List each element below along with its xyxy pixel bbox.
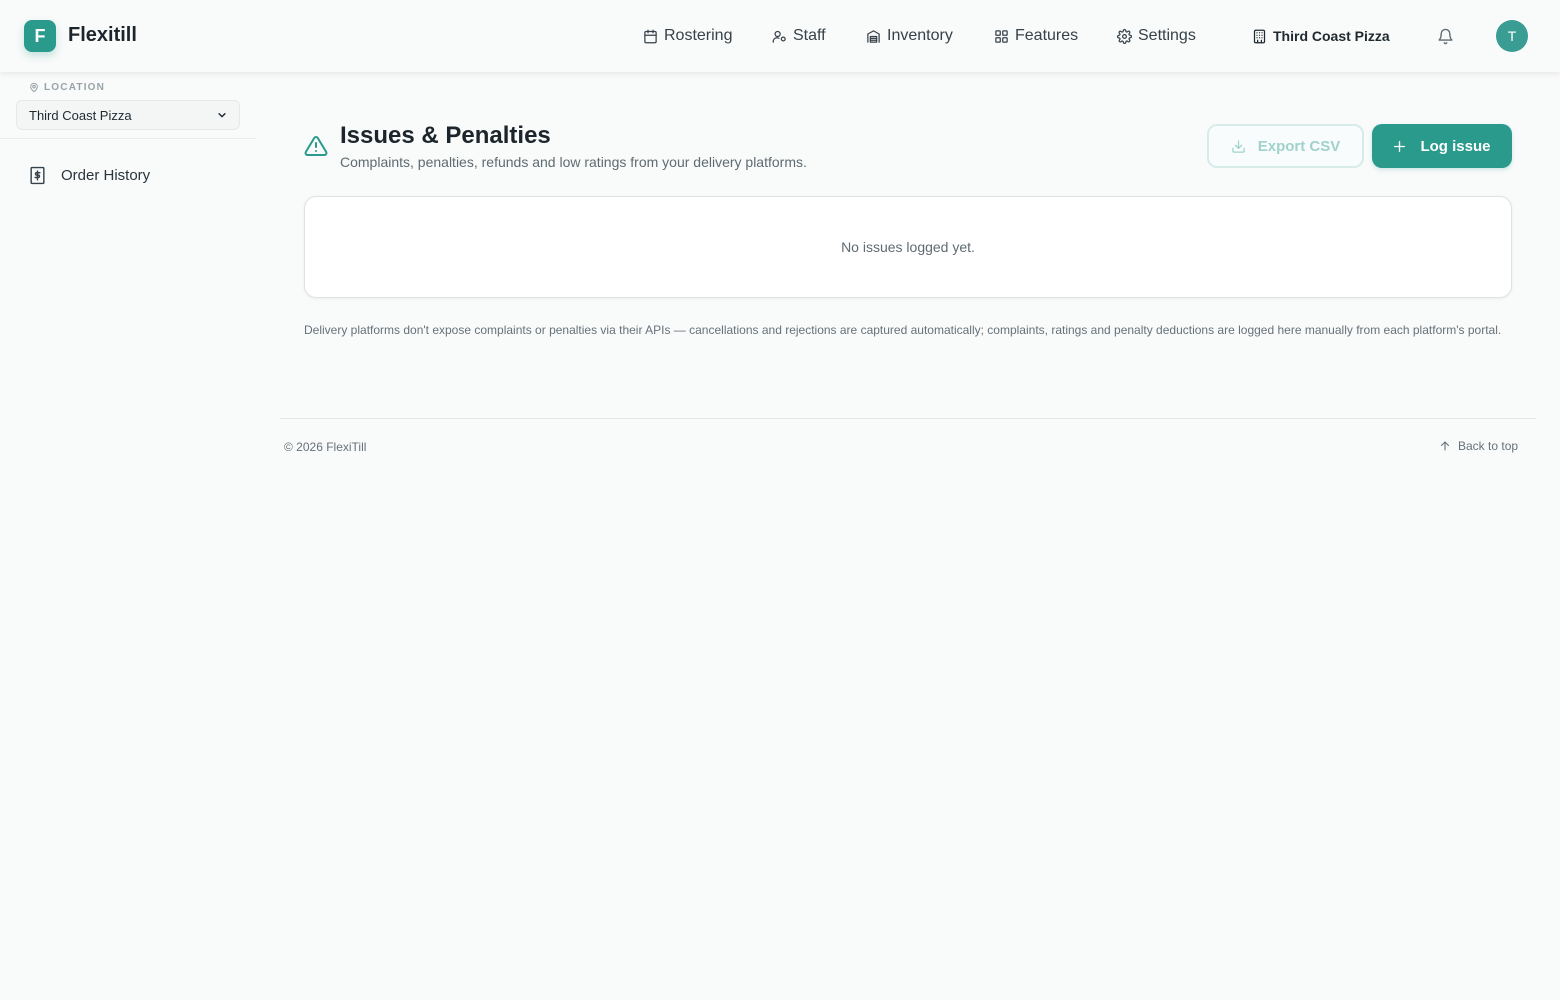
nav-item-staff[interactable]: Staff [772,0,826,72]
receipt-dollar-icon [30,166,45,185]
back-to-top-link[interactable]: Back to top [1439,439,1518,453]
nav-item-settings[interactable]: Settings [1117,0,1196,72]
map-pin-icon [30,82,38,93]
location-select[interactable]: Third Coast Pizza [16,100,240,130]
warehouse-icon [867,29,880,43]
page-title: Issues & Penalties [340,122,551,149]
issues-empty-state: No issues logged yet. [304,196,1512,298]
top-navigation-bar: F Flexitill Rostering Staff Inventory Fe… [0,0,1560,72]
nav-item-label: Settings [1138,27,1196,44]
nav-item-label: Inventory [887,27,953,44]
export-csv-button[interactable]: Export CSV [1207,124,1364,168]
download-icon [1231,139,1245,153]
location-switcher-label: Third Coast Pizza [1273,28,1390,44]
footer-copyright: © 2026 FlexiTill [284,440,367,454]
brand-logo[interactable]: F [24,20,56,52]
sidebar-item-label: Order History [61,167,151,184]
log-issue-button[interactable]: Log issue [1372,124,1512,168]
nav-item-label: Staff [793,27,826,44]
nav-item-inventory[interactable]: Inventory [866,0,953,72]
empty-state-text: No issues logged yet. [841,239,975,255]
nav-item-label: Rostering [664,27,733,44]
sidebar: LOCATION Third Coast Pizza Order History [0,72,256,1000]
plus-icon [1394,140,1406,152]
sidebar-item-order-history[interactable]: Order History [28,166,150,185]
arrow-up-icon [1440,441,1450,451]
export-csv-label: Export CSV [1257,137,1341,155]
brand-name[interactable]: Flexitill [68,24,137,47]
chevron-down-icon [218,113,226,118]
gear-icon [1117,28,1132,44]
platform-note: Delivery platforms don't expose complain… [304,323,1502,337]
back-to-top-label: Back to top [1458,439,1519,453]
grid-icon [995,29,1008,43]
location-select-value: Third Coast Pizza [29,107,132,123]
log-issue-label: Log issue [1420,137,1491,155]
nav-item-label: Features [1015,27,1079,44]
nav-item-features[interactable]: Features [994,0,1078,72]
footer-divider [280,418,1536,419]
calendar-icon [644,29,657,43]
sidebar-divider [0,138,256,139]
building-icon [1253,29,1266,43]
warning-triangle-icon [304,135,328,156]
user-cog-icon [772,30,786,43]
user-avatar[interactable]: T [1496,20,1528,52]
page-subtitle: Complaints, penalties, refunds and low r… [340,154,807,170]
location-label-text: LOCATION [44,82,106,93]
location-switcher[interactable]: Third Coast Pizza [1252,0,1390,72]
nav-item-rostering[interactable]: Rostering [643,0,732,72]
location-label: LOCATION [29,82,105,93]
bell-icon[interactable] [1437,28,1454,45]
